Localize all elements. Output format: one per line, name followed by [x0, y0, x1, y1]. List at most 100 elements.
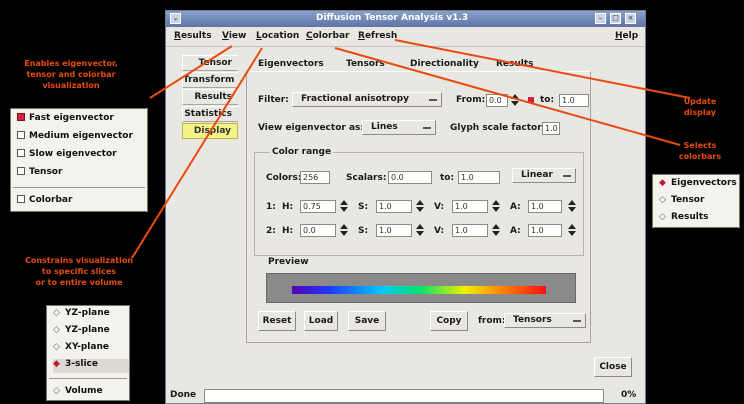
checkbox-icon	[17, 167, 25, 175]
row1-a-field[interactable]: 1.0	[528, 200, 562, 213]
close-button[interactable]: Close	[594, 357, 632, 377]
colorbar-item-results[interactable]: ◇ Results	[659, 212, 709, 226]
colors-field[interactable]: 256	[300, 171, 330, 184]
row1-a-label: A:	[510, 202, 521, 212]
colorbar-item-eigenvectors-label: Eigenvectors	[671, 178, 737, 188]
row2-v-label: V:	[434, 226, 445, 236]
menu-location[interactable]: Location	[256, 31, 299, 41]
nav-tab-transform[interactable]: Transform	[182, 72, 238, 88]
row2-a-field[interactable]: 1.0	[528, 224, 562, 237]
progress-bar	[204, 389, 604, 403]
filter-value: Fractional anisotropy	[301, 94, 410, 104]
bullet-icon	[528, 97, 534, 103]
checkbox-icon	[17, 195, 25, 203]
view-item-colorbar-label: Colorbar	[29, 195, 73, 205]
from-field[interactable]: 0.0	[486, 94, 508, 107]
from-label: From:	[456, 95, 486, 105]
chevron-down-icon	[429, 99, 437, 101]
row1-v-field[interactable]: 1.0	[452, 200, 488, 213]
scalars-to-field[interactable]: 1.0	[458, 171, 500, 184]
radio-icon: ◇	[659, 195, 666, 205]
location-item-3[interactable]: ◇ XY-plane	[53, 342, 109, 356]
location-item-3slice[interactable]: ◆ 3-slice	[53, 359, 129, 373]
menu-refresh[interactable]: Refresh	[358, 31, 397, 41]
glyph-scale-field[interactable]: 1.0	[542, 122, 560, 135]
radio-icon: ◇	[659, 212, 666, 222]
view-item-fast[interactable]: Fast eigenvector	[17, 113, 114, 127]
scalars-field[interactable]: 0.0	[388, 171, 432, 184]
row1-s-field[interactable]: 1.0	[376, 200, 412, 213]
maximize-icon[interactable]: □	[610, 13, 621, 24]
checkbox-icon	[17, 131, 25, 139]
view-as-value: Lines	[371, 122, 398, 132]
view-menu-popup: Fast eigenvector Medium eigenvector Slow…	[10, 108, 148, 212]
menu-results[interactable]: Results	[174, 31, 212, 41]
color-range-title: Color range	[270, 147, 334, 157]
menu-view[interactable]: View	[222, 31, 246, 41]
colorbar-item-results-label: Results	[671, 212, 709, 222]
view-as-select[interactable]: Lines	[362, 120, 436, 135]
row2-h-stepper[interactable]	[339, 224, 349, 237]
location-item-1[interactable]: ◇ YZ-plane	[53, 308, 110, 322]
reset-button[interactable]: Reset	[258, 311, 296, 331]
row2-s-stepper[interactable]	[415, 224, 425, 237]
menu-colorbar[interactable]: Colorbar	[306, 31, 349, 41]
copy-from-value: Tensors	[513, 315, 552, 325]
filter-select[interactable]: Fractional anisotropy	[292, 92, 442, 107]
progress-percent: 0%	[621, 390, 637, 400]
main-window: ⌄ Diffusion Tensor Analysis v1.3 – □ × R…	[165, 10, 646, 404]
row1-index: 1:	[266, 202, 276, 212]
save-button[interactable]: Save	[348, 311, 386, 331]
scale-mode-select[interactable]: Linear	[512, 168, 576, 183]
menu-divider	[49, 378, 127, 379]
location-item-volume[interactable]: ◇ Volume	[53, 386, 103, 400]
menu-help[interactable]: Help	[615, 31, 638, 41]
view-item-tensor[interactable]: Tensor	[17, 167, 62, 181]
preview-title: Preview	[266, 257, 311, 267]
from-stepper[interactable]	[510, 94, 520, 107]
note-eigen: Enables eigenvector, tensor and colorbar…	[6, 58, 136, 91]
row2-v-field[interactable]: 1.0	[452, 224, 488, 237]
row1-h-stepper[interactable]	[339, 200, 349, 213]
note-constrain: Constrains visualization to specific sli…	[4, 255, 154, 288]
colorbar-menu-popup: ◆ Eigenvectors ◇ Tensor ◇ Results	[652, 174, 740, 228]
row1-a-stepper[interactable]	[567, 200, 577, 213]
view-item-fast-label: Fast eigenvector	[29, 113, 114, 123]
row1-h-field[interactable]: 0.75	[300, 200, 336, 213]
location-item-2[interactable]: ◇ YZ-plane	[53, 325, 110, 339]
row2-h-field[interactable]: 0.0	[300, 224, 336, 237]
note-eigen-line3: visualization	[42, 81, 100, 90]
scalars-to-label: to:	[440, 173, 455, 183]
row2-s-field[interactable]: 1.0	[376, 224, 412, 237]
to-field[interactable]: 1.0	[559, 94, 589, 107]
row2-v-stepper[interactable]	[491, 224, 501, 237]
close-window-icon[interactable]: ×	[625, 13, 636, 24]
window-title: Diffusion Tensor Analysis v1.3	[316, 13, 469, 23]
radio-icon: ◇	[53, 386, 60, 396]
view-item-medium[interactable]: Medium eigenvector	[17, 131, 133, 145]
minimize-icon[interactable]: –	[595, 13, 606, 24]
view-item-slow[interactable]: Slow eigenvector	[17, 149, 117, 163]
color-spectrum	[292, 286, 546, 294]
view-item-colorbar[interactable]: Colorbar	[17, 195, 72, 209]
row1-s-stepper[interactable]	[415, 200, 425, 213]
status-text: Done	[170, 390, 197, 400]
copy-from-select[interactable]: Tensors	[504, 313, 586, 328]
checkbox-icon	[17, 113, 25, 121]
title-bar[interactable]: ⌄ Diffusion Tensor Analysis v1.3 – □ ×	[166, 11, 645, 27]
nav-tab-statistics[interactable]: Statistics	[182, 106, 238, 122]
load-button[interactable]: Load	[304, 311, 338, 331]
row2-a-stepper[interactable]	[567, 224, 577, 237]
nav-tab-display[interactable]: Display	[182, 123, 238, 139]
location-item-1-label: YZ-plane	[65, 308, 110, 318]
window-menu-icon[interactable]: ⌄	[170, 13, 181, 24]
row1-v-stepper[interactable]	[491, 200, 501, 213]
colors-label: Colors:	[266, 173, 302, 183]
nav-tab-results[interactable]: Results	[182, 89, 238, 105]
colorbar-item-tensor[interactable]: ◇ Tensor	[659, 195, 704, 209]
nav-tab-tensor[interactable]: Tensor	[182, 55, 238, 71]
status-bar: Done 0%	[166, 387, 645, 403]
copy-button[interactable]: Copy	[430, 311, 468, 331]
copy-from-label: from:	[478, 316, 506, 326]
colorbar-item-eigenvectors[interactable]: ◆ Eigenvectors	[659, 178, 737, 192]
